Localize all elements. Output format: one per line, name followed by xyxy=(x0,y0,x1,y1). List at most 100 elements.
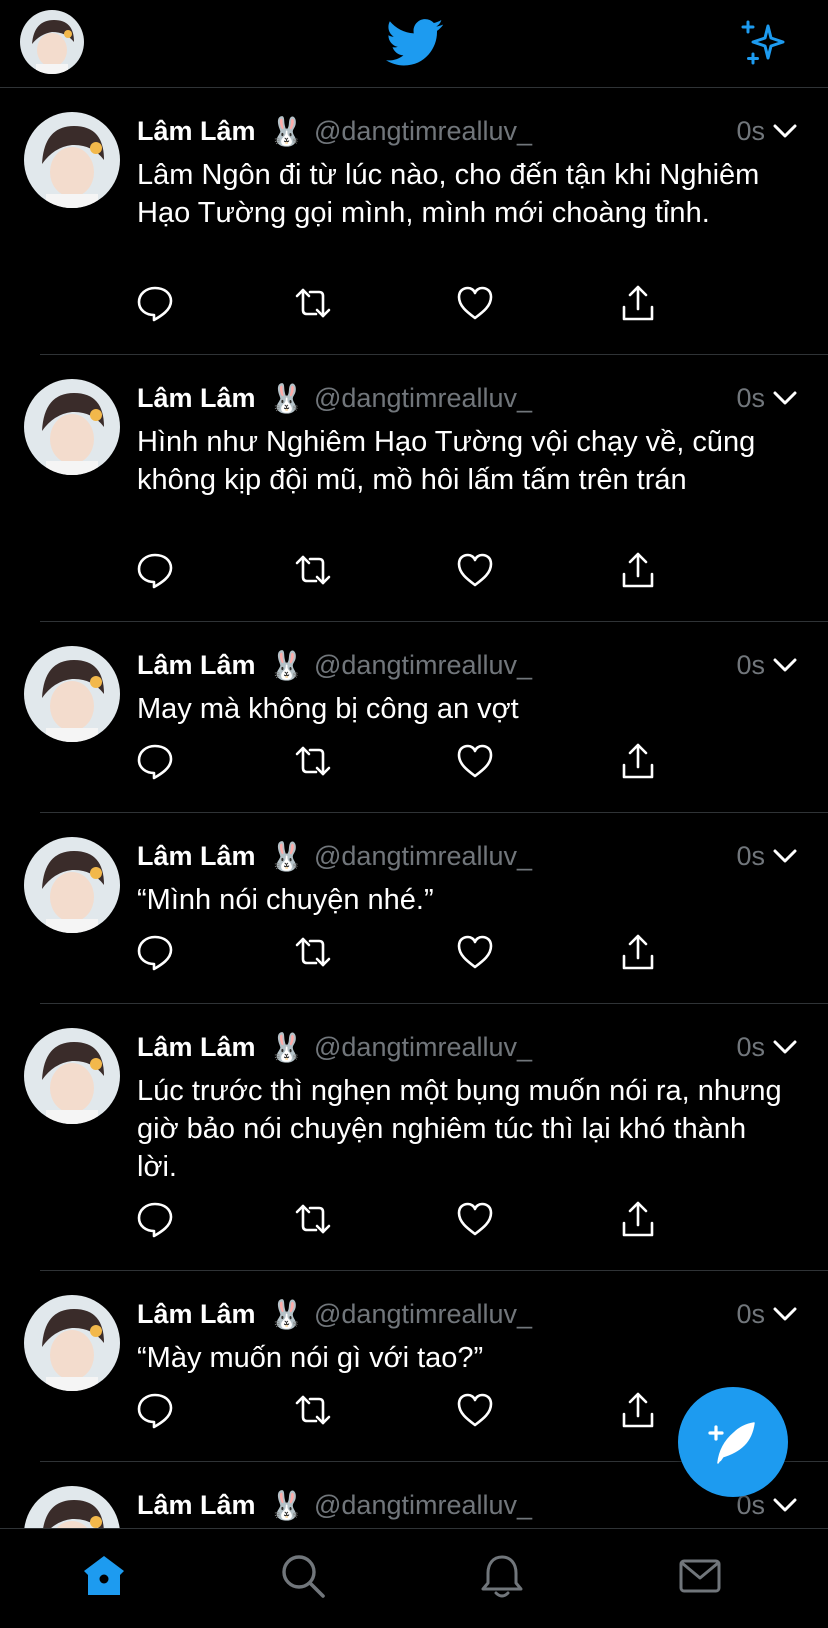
tweet-header: Lâm Lâm 🐰 @dangtimrealluv_ 0s xyxy=(137,839,797,873)
user-handle[interactable]: @dangtimrealluv_ xyxy=(314,1297,532,1331)
chevron-down-icon[interactable] xyxy=(773,1494,797,1516)
tweet-actions xyxy=(137,550,697,590)
rabbit-emoji: 🐰 xyxy=(269,841,304,872)
avatar[interactable] xyxy=(24,1486,120,1528)
timeline-feed[interactable]: Lâm Lâm 🐰 @dangtimrealluv_ 0s Lâm Ngôn đ… xyxy=(0,88,828,1528)
tweet-actions xyxy=(137,1390,697,1430)
tweet-header: Lâm Lâm 🐰 @dangtimrealluv_ 0s xyxy=(137,1488,797,1522)
tweet[interactable]: Lâm Lâm 🐰 @dangtimrealluv_ 0s May mà khô… xyxy=(0,622,828,813)
user-handle[interactable]: @dangtimrealluv_ xyxy=(314,381,532,415)
chevron-down-icon[interactable] xyxy=(773,845,797,867)
avatar[interactable] xyxy=(24,112,120,208)
user-handle[interactable]: @dangtimrealluv_ xyxy=(314,648,532,682)
home-icon[interactable] xyxy=(79,1551,129,1601)
chevron-down-icon[interactable] xyxy=(773,120,797,142)
display-name[interactable]: Lâm Lâm xyxy=(137,381,256,415)
display-name[interactable]: Lâm Lâm xyxy=(137,114,256,148)
user-handle[interactable]: @dangtimrealluv_ xyxy=(314,1488,532,1522)
tweet[interactable]: Lâm Lâm 🐰 @dangtimrealluv_ 0s Lâm Ngôn đ… xyxy=(0,88,828,355)
profile-avatar[interactable] xyxy=(20,10,84,74)
tweet-actions xyxy=(137,283,697,323)
retweet-icon[interactable] xyxy=(293,932,333,972)
rabbit-emoji: 🐰 xyxy=(269,383,304,414)
timestamp: 0s xyxy=(736,650,765,680)
avatar[interactable] xyxy=(24,646,120,742)
reply-icon[interactable] xyxy=(135,550,175,590)
tweet-actions xyxy=(137,741,697,781)
twitter-bird-icon[interactable] xyxy=(386,18,444,68)
like-icon[interactable] xyxy=(455,550,495,590)
like-icon[interactable] xyxy=(455,741,495,781)
sparkle-icon[interactable] xyxy=(740,18,788,66)
tweet[interactable]: Lâm Lâm 🐰 @dangtimrealluv_ 0s Lúc trước … xyxy=(0,1004,828,1271)
reply-icon[interactable] xyxy=(135,1390,175,1430)
share-icon[interactable] xyxy=(618,932,658,972)
reply-icon[interactable] xyxy=(135,741,175,781)
like-icon[interactable] xyxy=(455,283,495,323)
tweet-header: Lâm Lâm 🐰 @dangtimrealluv_ 0s xyxy=(137,381,797,415)
display-name[interactable]: Lâm Lâm xyxy=(137,1297,256,1331)
rabbit-emoji: 🐰 xyxy=(269,1490,304,1521)
notifications-icon[interactable] xyxy=(477,1551,527,1601)
reply-icon[interactable] xyxy=(135,283,175,323)
avatar[interactable] xyxy=(24,379,120,475)
share-icon[interactable] xyxy=(618,741,658,781)
tweet-text: “Mày muốn nói gì với tao?” xyxy=(137,1342,484,1374)
reply-icon[interactable] xyxy=(135,1199,175,1239)
tweet-text: May mà không bị công an vợt xyxy=(137,693,519,725)
share-icon[interactable] xyxy=(618,1390,658,1430)
tweet-text: Lâm Ngôn đi từ lúc nào, cho đến tận khi … xyxy=(137,159,760,229)
like-icon[interactable] xyxy=(455,1390,495,1430)
timestamp: 0s xyxy=(736,841,765,871)
user-handle[interactable]: @dangtimrealluv_ xyxy=(314,114,532,148)
retweet-icon[interactable] xyxy=(293,1199,333,1239)
like-icon[interactable] xyxy=(455,932,495,972)
timestamp: 0s xyxy=(736,383,765,413)
tweet-text: “Mình nói chuyện nhé.” xyxy=(137,884,434,916)
tweet-text: Lúc trước thì nghẹn một bụng muốn nói ra… xyxy=(137,1075,782,1183)
retweet-icon[interactable] xyxy=(293,283,333,323)
retweet-icon[interactable] xyxy=(293,741,333,781)
timestamp: 0s xyxy=(736,1032,765,1062)
tweet-header: Lâm Lâm 🐰 @dangtimrealluv_ 0s xyxy=(137,114,797,148)
display-name[interactable]: Lâm Lâm xyxy=(137,648,256,682)
chevron-down-icon[interactable] xyxy=(773,654,797,676)
reply-icon[interactable] xyxy=(135,932,175,972)
rabbit-emoji: 🐰 xyxy=(269,116,304,147)
share-icon[interactable] xyxy=(618,1199,658,1239)
chevron-down-icon[interactable] xyxy=(773,1303,797,1325)
tweet-text: Hình như Nghiêm Hạo Tường vội chạy về, c… xyxy=(137,426,756,496)
avatar[interactable] xyxy=(24,1295,120,1391)
chevron-down-icon[interactable] xyxy=(773,387,797,409)
search-icon[interactable] xyxy=(278,1551,328,1601)
display-name[interactable]: Lâm Lâm xyxy=(137,839,256,873)
tweet-actions xyxy=(137,1199,697,1239)
share-icon[interactable] xyxy=(618,550,658,590)
display-name[interactable]: Lâm Lâm xyxy=(137,1488,256,1522)
rabbit-emoji: 🐰 xyxy=(269,650,304,681)
user-handle[interactable]: @dangtimrealluv_ xyxy=(314,839,532,873)
compose-feather-icon xyxy=(708,1422,755,1464)
tweet[interactable]: Lâm Lâm 🐰 @dangtimrealluv_ 0s “Mình nói … xyxy=(0,813,828,1004)
rabbit-emoji: 🐰 xyxy=(269,1032,304,1063)
tweet-actions xyxy=(137,932,697,972)
avatar[interactable] xyxy=(24,1028,120,1124)
compose-tweet-button[interactable] xyxy=(678,1387,788,1497)
tweet-header: Lâm Lâm 🐰 @dangtimrealluv_ 0s xyxy=(137,1297,797,1331)
timestamp: 0s xyxy=(736,116,765,146)
top-bar xyxy=(0,0,828,88)
bottom-navigation xyxy=(0,1528,828,1628)
retweet-icon[interactable] xyxy=(293,550,333,590)
messages-icon[interactable] xyxy=(675,1551,725,1601)
display-name[interactable]: Lâm Lâm xyxy=(137,1030,256,1064)
tweet-header: Lâm Lâm 🐰 @dangtimrealluv_ 0s xyxy=(137,648,797,682)
retweet-icon[interactable] xyxy=(293,1390,333,1430)
avatar[interactable] xyxy=(24,837,120,933)
like-icon[interactable] xyxy=(455,1199,495,1239)
chevron-down-icon[interactable] xyxy=(773,1036,797,1058)
tweet[interactable]: Lâm Lâm 🐰 @dangtimrealluv_ 0s Hình như N… xyxy=(0,355,828,622)
timestamp: 0s xyxy=(736,1299,765,1329)
user-handle[interactable]: @dangtimrealluv_ xyxy=(314,1030,532,1064)
tweet-header: Lâm Lâm 🐰 @dangtimrealluv_ 0s xyxy=(137,1030,797,1064)
share-icon[interactable] xyxy=(618,283,658,323)
